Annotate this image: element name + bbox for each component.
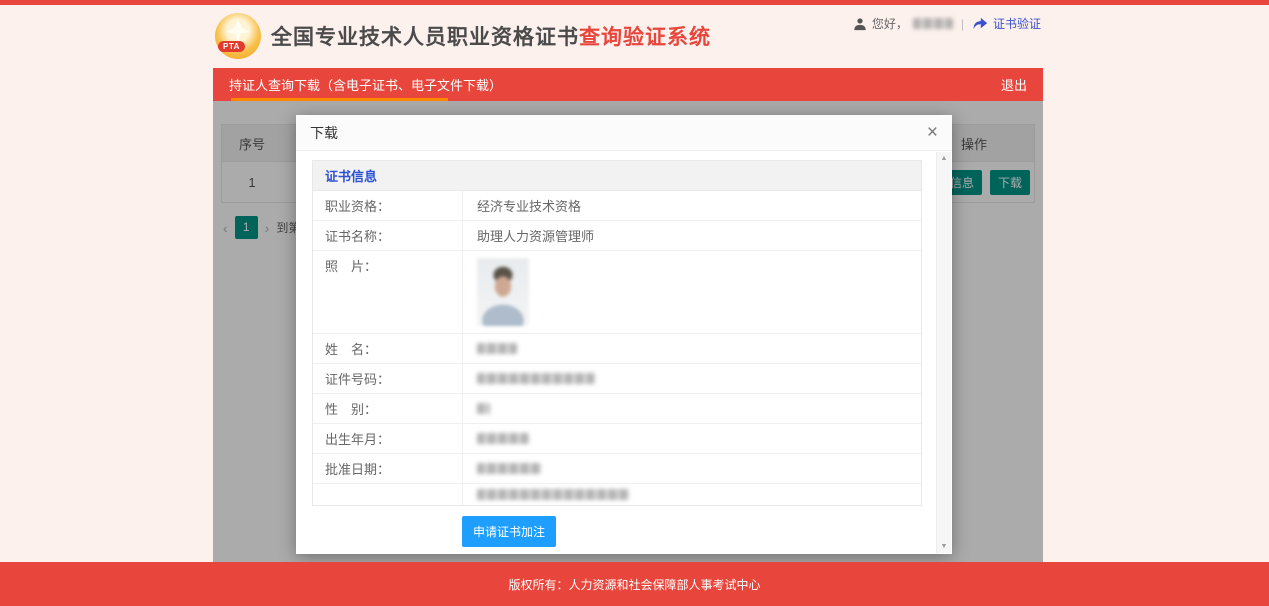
page: PTA 全国专业技术人员职业资格证书查询验证系统 您好， | 证书验证 持证人查… [0, 0, 1269, 606]
info-row-id-number: 证件号码： [313, 363, 921, 393]
masked-birth-date [477, 433, 529, 444]
info-row-qualification: 职业资格： 经济专业技术资格 [313, 191, 921, 220]
logout-button[interactable]: 退出 [1001, 75, 1027, 94]
scroll-up-icon[interactable]: ▲ [937, 155, 951, 162]
share-arrow-icon [973, 17, 988, 30]
greeting-text: 您好， [871, 17, 908, 31]
footer: 版权所有：人力资源和社会保障部人事考试中心 [0, 562, 1269, 606]
nav-item-holder-query[interactable]: 持证人查询下载（含电子证书、电子文件下载） [229, 75, 502, 94]
masked-sex [477, 403, 490, 414]
nav-bar: 持证人查询下载（含电子证书、电子文件下载） 退出 [213, 68, 1043, 101]
masked-issuer [477, 489, 629, 500]
scroll-down-icon[interactable]: ▼ [937, 543, 951, 550]
close-icon[interactable]: × [927, 123, 938, 142]
copyright-text: 版权所有：人力资源和社会保障部人事考试中心 [508, 577, 761, 592]
info-row-photo: 照 片： [313, 250, 921, 333]
page-title: 全国专业技术人员职业资格证书查询验证系统 [271, 26, 711, 49]
id-photo [477, 258, 529, 326]
info-row-birth: 出生年月： [313, 423, 921, 453]
apply-annotation-button[interactable]: 申请证书加注 [462, 516, 557, 547]
verify-link[interactable]: 证书验证 [993, 15, 1041, 32]
modal-header: 下载 × [296, 115, 952, 151]
masked-approve-date [477, 463, 541, 474]
info-row-approve-date: 批准日期： [313, 453, 921, 483]
masked-name [477, 343, 517, 354]
masked-id-number [477, 373, 595, 384]
modal-body: 证书信息 职业资格： 经济专业技术资格 证书名称： 助理人力资源管理师 照 片：… [296, 152, 936, 554]
info-row-cert-name: 证书名称： 助理人力资源管理师 [313, 220, 921, 250]
header: PTA 全国专业技术人员职业资格证书查询验证系统 您好， | 证书验证 [213, 5, 1043, 68]
modal-title: 下载 [310, 124, 338, 141]
info-row-issuer [313, 483, 921, 505]
info-row-sex: 性 别： [313, 393, 921, 423]
brand: PTA 全国专业技术人员职业资格证书查询验证系统 [215, 13, 711, 59]
info-row-name: 姓 名： [313, 333, 921, 363]
pta-logo-icon: PTA [215, 13, 261, 59]
pta-logo-text: PTA [218, 41, 245, 52]
user-icon [854, 17, 866, 30]
user-bar: 您好， | 证书验证 [853, 15, 1041, 32]
cert-info-section: 证书信息 职业资格： 经济专业技术资格 证书名称： 助理人力资源管理师 照 片：… [312, 160, 922, 506]
user-name-masked [912, 18, 953, 29]
separator: | [960, 16, 964, 31]
modal-scrollbar[interactable]: ▲ ▼ [936, 152, 951, 553]
cert-info-title: 证书信息 [313, 161, 921, 191]
download-modal: 下载 × ▲ ▼ 证书信息 职业资格： 经济专业技术资格 证书名称： 助理人力资… [296, 115, 952, 554]
